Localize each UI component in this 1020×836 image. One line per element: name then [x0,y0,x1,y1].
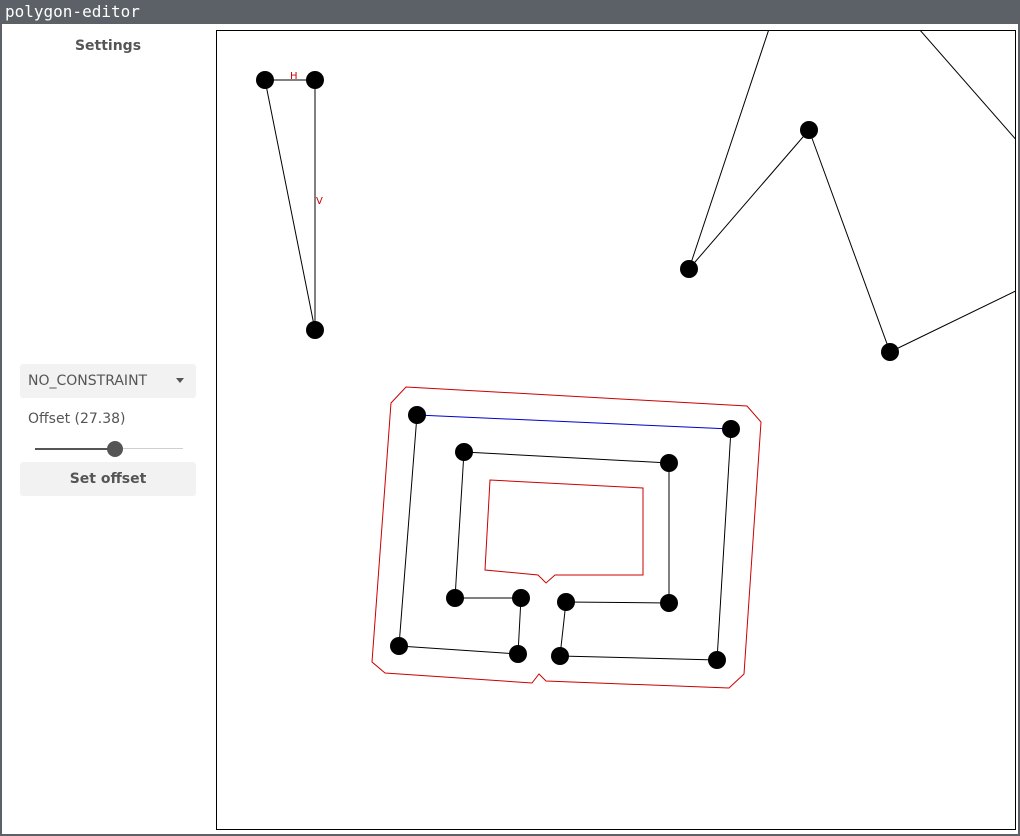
polygon-vertex[interactable] [408,406,426,424]
polygon-edge[interactable] [889,286,1016,353]
polygon-edge[interactable] [688,30,769,270]
polygon-vertex[interactable] [256,71,274,89]
polygon-vertex[interactable] [390,637,408,655]
polygon-vertex[interactable] [722,420,740,438]
horizontal-constraint-label: H [290,71,298,82]
polygon-vertex[interactable] [509,645,527,663]
vertical-constraint-label: V [316,196,323,207]
polygon-vertex[interactable] [660,454,678,472]
outer-offset-outline [371,386,762,689]
polygon-vertex[interactable] [800,121,818,139]
polygon-edge[interactable] [716,428,732,661]
polygon-edge[interactable] [919,30,1016,151]
window-title: polygon-editor [2,0,1020,24]
polygon-edge[interactable] [808,129,891,353]
polygon-edge[interactable] [463,451,670,464]
polygon-edge[interactable] [559,655,718,661]
polygon-vertex[interactable] [680,260,698,278]
polygon-edge[interactable] [454,451,465,599]
polygon-edge[interactable] [688,129,810,270]
polygon-vertex[interactable] [708,651,726,669]
offset-label: Offset (27.38) [28,411,126,427]
constraint-select[interactable]: NO_CONSTRAINT [20,364,196,398]
polygon-vertex[interactable] [881,343,899,361]
polygon-canvas[interactable]: H V [216,30,1016,830]
app-window: polygon-editor Settings NO_CONSTRAINT Of… [0,0,1020,836]
polygon-vertex[interactable] [306,321,324,339]
polygon-edge[interactable] [398,414,418,647]
polygon-vertex[interactable] [660,594,678,612]
polygon-canvas-svg[interactable]: H V [216,30,1016,830]
settings-title: Settings [74,38,142,54]
polygon-edge[interactable] [565,601,670,604]
constraint-select-value: NO_CONSTRAINT [28,373,148,389]
polygon-vertex[interactable] [557,593,575,611]
polygon-vertex[interactable] [455,443,473,461]
polygon-vertex[interactable] [446,589,464,607]
polygon-edge[interactable] [264,79,316,331]
offset-slider-fill [35,448,115,450]
polygon-triangle[interactable]: H V [256,71,324,339]
polygon-vertex[interactable] [306,71,324,89]
chevron-down-icon [176,378,184,383]
offset-slider-thumb[interactable] [106,441,123,457]
settings-sidebar: Settings NO_CONSTRAINT Offset (27.38) Se… [4,24,212,834]
selected-polygon-edge[interactable] [416,414,732,430]
set-offset-button[interactable]: Set offset [20,462,196,496]
polygon-vertex[interactable] [551,647,569,665]
polygon-zigzag[interactable] [680,30,1016,361]
polygon-maze[interactable] [371,386,762,689]
inner-offset-outline [484,479,644,584]
polygon-vertex[interactable] [512,589,530,607]
polygon-edge[interactable] [398,645,519,655]
